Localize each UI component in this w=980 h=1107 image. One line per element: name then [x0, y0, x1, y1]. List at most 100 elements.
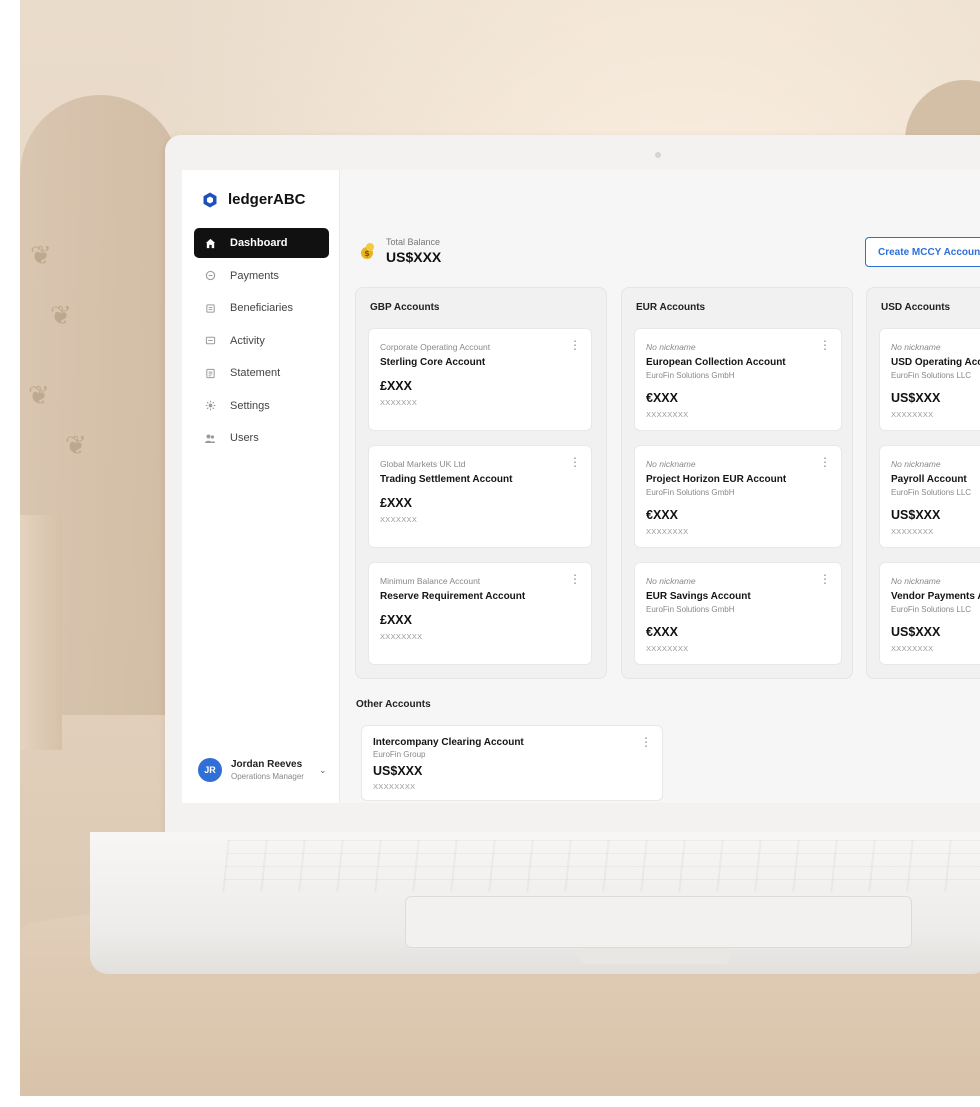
account-balance: US$XXX: [891, 625, 941, 639]
camera-icon: [655, 152, 661, 158]
eur-accounts-group: EUR Accounts No nickname European Collec…: [621, 287, 853, 679]
account-card[interactable]: No nickname Payroll Account EuroFin Solu…: [879, 445, 980, 548]
activity-icon: [204, 335, 216, 347]
account-name: USD Operating Acc: [891, 357, 980, 368]
sidebar-item-label: Statement: [230, 367, 281, 379]
top-bar: [340, 170, 980, 216]
account-card[interactable]: No nickname USD Operating Acc EuroFin So…: [879, 328, 980, 431]
sidebar-item-label: Beneficiaries: [230, 302, 293, 314]
leaf-decoration: ❦: [30, 240, 52, 270]
more-options-icon[interactable]: ⋮: [569, 456, 581, 468]
account-name: Vendor Payments A: [891, 591, 980, 602]
total-balance: $ Total Balance US$XXX: [360, 237, 441, 265]
payments-icon: [204, 270, 216, 282]
account-number: XXXXXXXX: [646, 410, 689, 419]
app-screen: ledgerABC Dashboard Payments Beneficiari…: [182, 170, 980, 803]
account-name: Reserve Requirement Account: [380, 591, 526, 602]
account-number: XXXXXXXX: [891, 644, 934, 653]
sidebar-item-label: Users: [230, 432, 259, 444]
balance-label: Total Balance: [386, 237, 441, 247]
account-number: XXXXXXXX: [646, 644, 689, 653]
account-entity: EuroFin Solutions GmbH: [646, 488, 735, 497]
account-nickname: Global Markets UK Ltd: [380, 459, 466, 469]
more-options-icon[interactable]: ⋮: [819, 339, 831, 351]
image-border-bottom: [0, 1096, 980, 1107]
account-card[interactable]: Minimum Balance Account Reserve Requirem…: [368, 562, 592, 665]
user-menu[interactable]: JR Jordan Reeves Operations Manager ⌄: [198, 758, 326, 782]
sidebar-nav: Dashboard Payments Beneficiaries Activit…: [194, 228, 329, 456]
users-icon: [204, 432, 216, 444]
account-name: European Collection Account: [646, 357, 786, 368]
sidebar-item-statement[interactable]: Statement: [194, 358, 329, 388]
leaf-decoration: ❦: [50, 300, 72, 330]
account-number: XXXXXXXX: [373, 782, 416, 791]
account-number: XXXXXXX: [380, 398, 418, 407]
sidebar-item-settings[interactable]: Settings: [194, 391, 329, 421]
more-options-icon[interactable]: ⋮: [819, 456, 831, 468]
create-mccy-account-button[interactable]: Create MCCY Account: [865, 237, 980, 267]
more-options-icon[interactable]: ⋮: [819, 573, 831, 585]
sidebar-item-activity[interactable]: Activity: [194, 326, 329, 356]
more-options-icon[interactable]: ⋮: [640, 736, 652, 748]
account-name: Intercompany Clearing Account: [373, 737, 524, 748]
account-entity: EuroFin Group: [373, 750, 426, 759]
sidebar-item-label: Dashboard: [230, 237, 288, 249]
account-entity: EuroFin Solutions GmbH: [646, 371, 735, 380]
account-balance: €XXX: [646, 508, 678, 522]
app-logo[interactable]: ledgerABC: [202, 191, 306, 208]
sidebar-item-label: Settings: [230, 399, 270, 412]
group-title: USD Accounts: [881, 302, 951, 313]
app-name: ledgerABC: [228, 191, 306, 208]
laptop-notch: [580, 950, 730, 964]
background-pillar: [20, 515, 62, 750]
account-number: XXXXXXXX: [646, 527, 689, 536]
account-card[interactable]: No nickname EUR Savings Account EuroFin …: [634, 562, 842, 665]
account-name: EUR Savings Account: [646, 591, 751, 602]
account-card[interactable]: No nickname Vendor Payments A EuroFin So…: [879, 562, 980, 665]
beneficiaries-icon: [204, 302, 216, 314]
chevron-down-icon[interactable]: ⌄: [319, 765, 327, 776]
group-title: GBP Accounts: [370, 302, 440, 313]
account-number: XXXXXXXX: [380, 632, 423, 641]
account-card[interactable]: Intercompany Clearing Account EuroFin Gr…: [361, 725, 663, 801]
sidebar-item-label: Activity: [230, 334, 265, 347]
account-name: Project Horizon EUR Account: [646, 474, 787, 485]
account-balance: US$XXX: [373, 764, 423, 778]
sidebar-item-payments[interactable]: Payments: [194, 261, 329, 291]
group-title: EUR Accounts: [636, 302, 706, 313]
account-balance: £XXX: [380, 496, 412, 510]
sidebar-item-beneficiaries[interactable]: Beneficiaries: [194, 293, 329, 323]
account-nickname: No nickname: [891, 459, 941, 469]
leaf-decoration: ❦: [65, 430, 87, 460]
account-balance: €XXX: [646, 391, 678, 405]
gear-icon: [204, 400, 216, 412]
more-options-icon[interactable]: ⋮: [569, 339, 581, 351]
account-entity: EuroFin Solutions LLC: [891, 488, 972, 497]
account-balance: US$XXX: [891, 508, 941, 522]
account-nickname: Corporate Operating Account: [380, 342, 491, 352]
avatar: JR: [198, 758, 222, 782]
usd-accounts-group: USD Accounts No nickname USD Operating A…: [866, 287, 980, 679]
main-content: $ Total Balance US$XXX Create MCCY Accou…: [340, 170, 980, 803]
sidebar-item-dashboard[interactable]: Dashboard: [194, 228, 329, 258]
sidebar-item-label: Payments: [230, 269, 279, 282]
image-border-left: [0, 0, 20, 1107]
svg-text:$: $: [364, 249, 370, 258]
more-options-icon[interactable]: ⋮: [569, 573, 581, 585]
gbp-accounts-group: GBP Accounts Corporate Operating Account…: [355, 287, 607, 679]
account-balance: £XXX: [380, 379, 412, 393]
account-card[interactable]: No nickname European Collection Account …: [634, 328, 842, 431]
account-card[interactable]: Corporate Operating Account Sterling Cor…: [368, 328, 592, 431]
logo-icon: [203, 192, 217, 207]
account-entity: EuroFin Solutions LLC: [891, 371, 972, 380]
account-card[interactable]: No nickname Project Horizon EUR Account …: [634, 445, 842, 548]
account-number: XXXXXXXX: [891, 410, 934, 419]
sidebar-item-users[interactable]: Users: [194, 423, 329, 453]
account-nickname: No nickname: [646, 342, 696, 352]
account-nickname: No nickname: [891, 342, 941, 352]
sidebar: ledgerABC Dashboard Payments Beneficiari…: [182, 170, 340, 803]
account-name: Sterling Core Account: [380, 357, 486, 368]
account-number: XXXXXXXX: [891, 527, 934, 536]
account-card[interactable]: Global Markets UK Ltd Trading Settlement…: [368, 445, 592, 548]
account-balance: US$XXX: [891, 391, 941, 405]
